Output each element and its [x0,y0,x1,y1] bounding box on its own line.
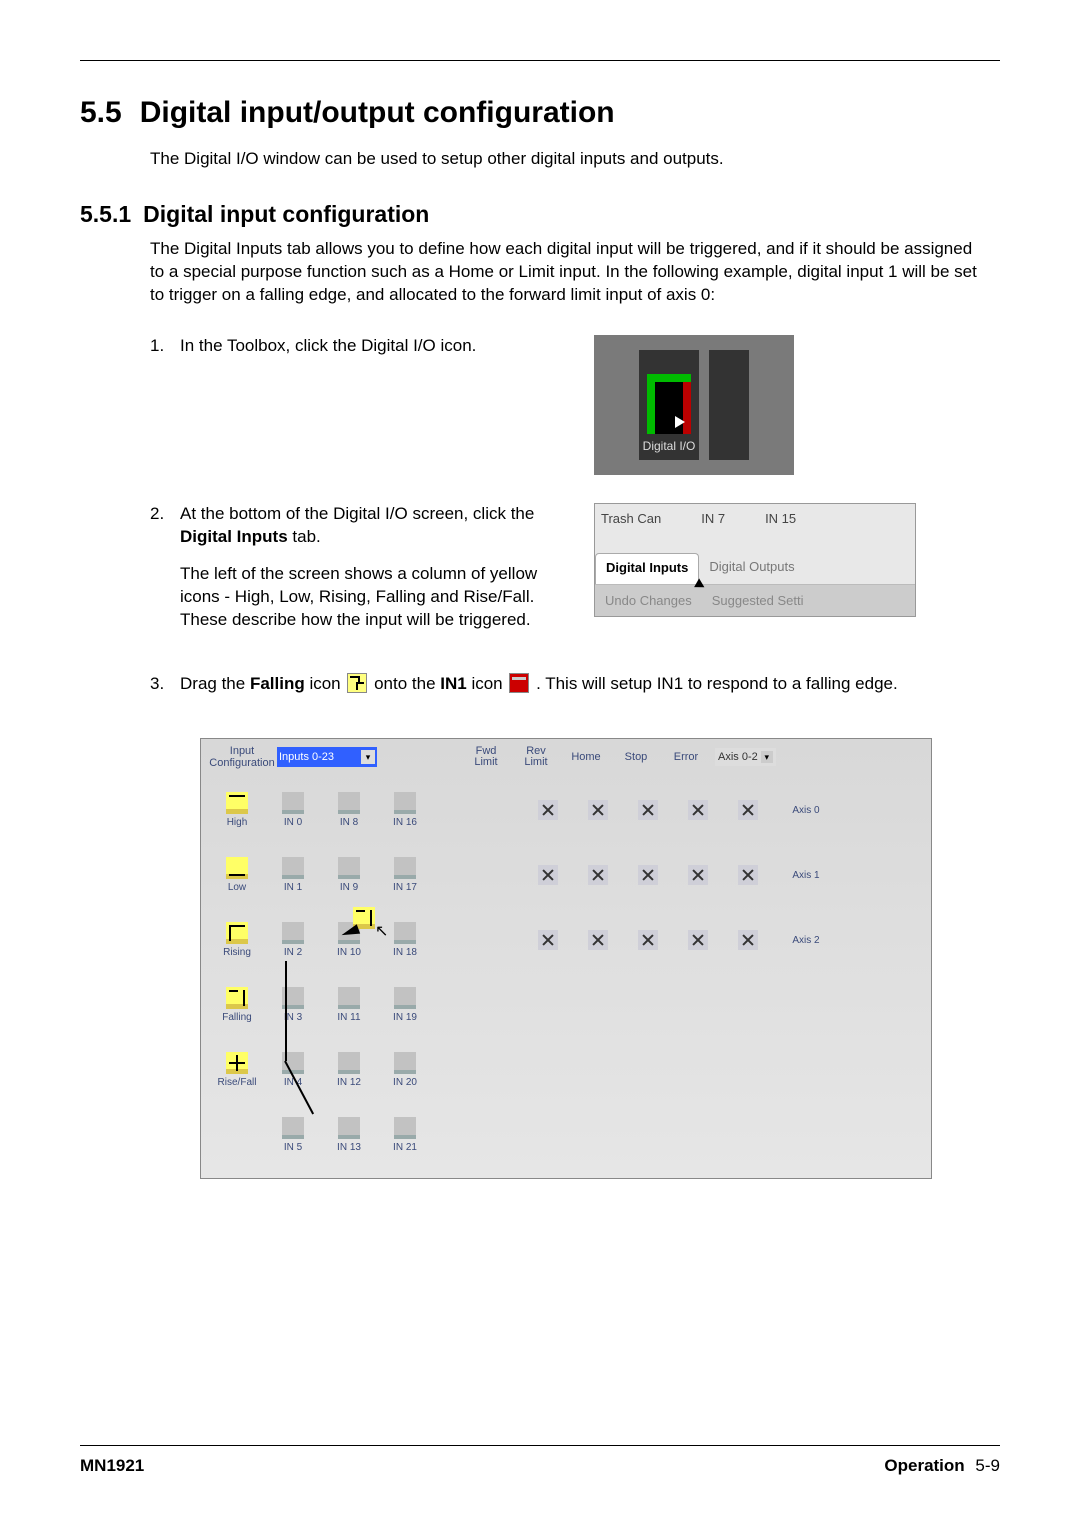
tabs-screenshot: Trash Can IN 7 IN 15 Digital Inputs Digi… [594,503,916,618]
assign-cell[interactable] [738,800,758,820]
in-icon[interactable] [394,1117,416,1139]
step-2-p2: The left of the screen shows a column of… [180,563,580,632]
in-icon[interactable] [394,987,416,1009]
doc-id: MN1921 [80,1456,144,1476]
axis-label: Axis 0 [779,805,833,816]
toolbox-screenshot: Digital I/O [594,335,794,475]
in-icon[interactable] [338,1052,360,1074]
assign-cell[interactable] [738,930,758,950]
in-icon[interactable] [394,857,416,879]
risefall-icon[interactable] [226,1052,248,1074]
axis-range-dropdown[interactable]: Axis 0-2 ▾ [715,748,776,766]
step-1-text: In the Toolbox, click the Digital I/O ic… [180,335,580,358]
grid-row: High IN 0 IN 8 IN 16 Axis 0 [209,778,923,843]
section-intro: The Digital I/O window can be used to se… [150,148,1000,171]
in7-label: IN 7 [701,510,725,528]
assign-cell[interactable] [538,800,558,820]
assign-cell[interactable] [688,800,708,820]
axis-label: Axis 2 [779,935,833,946]
in-icon[interactable] [338,792,360,814]
grid-row: Falling IN 3 IN 11 IN 19 [209,973,923,1038]
assign-cell[interactable] [538,930,558,950]
col-home: Home [561,752,611,764]
inputs-range-dropdown[interactable]: Inputs 0-23 ▾ [277,747,377,767]
col-stop: Stop [611,752,661,764]
section-number: 5.5 [80,96,122,129]
in-icon[interactable] [282,1117,304,1139]
assign-cell[interactable] [688,930,708,950]
toolbox-panel [709,350,749,460]
grid-row: IN 5 IN 13 IN 21 [209,1103,923,1168]
chevron-down-icon: ▾ [761,751,773,763]
digital-io-icon[interactable] [647,374,691,434]
subsection-number: 5.5.1 [80,201,131,227]
in-icon[interactable] [394,922,416,944]
in-icon[interactable] [394,1052,416,1074]
col-fwd-limit: FwdLimit [461,746,511,769]
section-title: Digital input/output configuration [140,96,615,129]
in-icon[interactable] [282,792,304,814]
tab-digital-inputs[interactable]: Digital Inputs [595,553,699,584]
tab-digital-outputs[interactable]: Digital Outputs [699,553,804,584]
step-3: 3. Drag the Falling icon onto the IN1 ic… [150,673,1000,710]
input-config-header: Input Configuration [209,745,275,769]
section-heading: 5.5 Digital input/output configuration [80,96,1000,130]
step-1: 1. In the Toolbox, click the Digital I/O… [150,335,1000,475]
in-icon[interactable] [338,987,360,1009]
falling-icon[interactable] [226,987,248,1009]
col-error: Error [661,752,711,764]
rising-icon[interactable] [226,922,248,944]
in-icon[interactable] [338,1117,360,1139]
assign-cell[interactable] [738,865,758,885]
falling-bold: Falling [250,674,305,693]
col-rev-limit: RevLimit [511,746,561,769]
in-icon[interactable] [338,922,360,944]
step-number: 1. [150,335,180,358]
in1-icon [509,673,529,693]
step-number: 2. [150,503,180,526]
grid-row: Rising IN 2 IN 10 IN 18 Axis 2 [209,908,923,973]
low-icon[interactable] [226,857,248,879]
falling-icon [347,673,367,693]
in1-bold: IN1 [440,674,466,693]
in15-label: IN 15 [765,510,796,528]
step-2-p1: At the bottom of the Digital I/O screen,… [180,503,580,549]
digital-inputs-bold: Digital Inputs [180,527,288,546]
step-number: 3. [150,673,180,696]
drag-path-annotation [285,961,287,1061]
assign-cell[interactable] [638,865,658,885]
grid-row: Rise/Fall IN 4 IN 12 IN 20 [209,1038,923,1103]
step-2: 2. At the bottom of the Digital I/O scre… [150,503,1000,646]
assign-cell[interactable] [688,865,708,885]
axis-label: Axis 1 [779,870,833,881]
in-icon[interactable] [282,857,304,879]
footer-section: Operation [884,1456,964,1475]
assign-cell[interactable] [588,930,608,950]
assign-cell[interactable] [638,800,658,820]
assign-cell[interactable] [588,865,608,885]
digital-io-label: Digital I/O [643,438,696,454]
assign-cell[interactable] [538,865,558,885]
page-footer: MN1921 Operation 5-9 [80,1445,1000,1476]
subsection-title: Digital input configuration [143,201,429,227]
digital-inputs-grid: Input Configuration Inputs 0-23 ▾ FwdLim… [200,738,932,1178]
chevron-down-icon: ▾ [361,750,375,764]
trash-can-label: Trash Can [601,510,661,528]
assign-cell[interactable] [588,800,608,820]
in-icon[interactable] [394,792,416,814]
high-icon[interactable] [226,792,248,814]
step-3-text: Drag the Falling icon onto the IN1 icon … [180,673,1000,696]
in-icon[interactable] [338,857,360,879]
grid-row: Low IN 1 IN 9 IN 17 Axis 1 [209,843,923,908]
in-icon[interactable] [282,922,304,944]
assign-cell[interactable] [638,930,658,950]
suggested-settings-button[interactable]: Suggested Setti [712,592,804,610]
subsection-body: The Digital Inputs tab allows you to def… [150,238,990,307]
footer-page: 5-9 [975,1456,1000,1475]
undo-changes-button[interactable]: Undo Changes [605,592,692,610]
subsection-heading: 5.5.1 Digital input configuration [80,201,1000,228]
